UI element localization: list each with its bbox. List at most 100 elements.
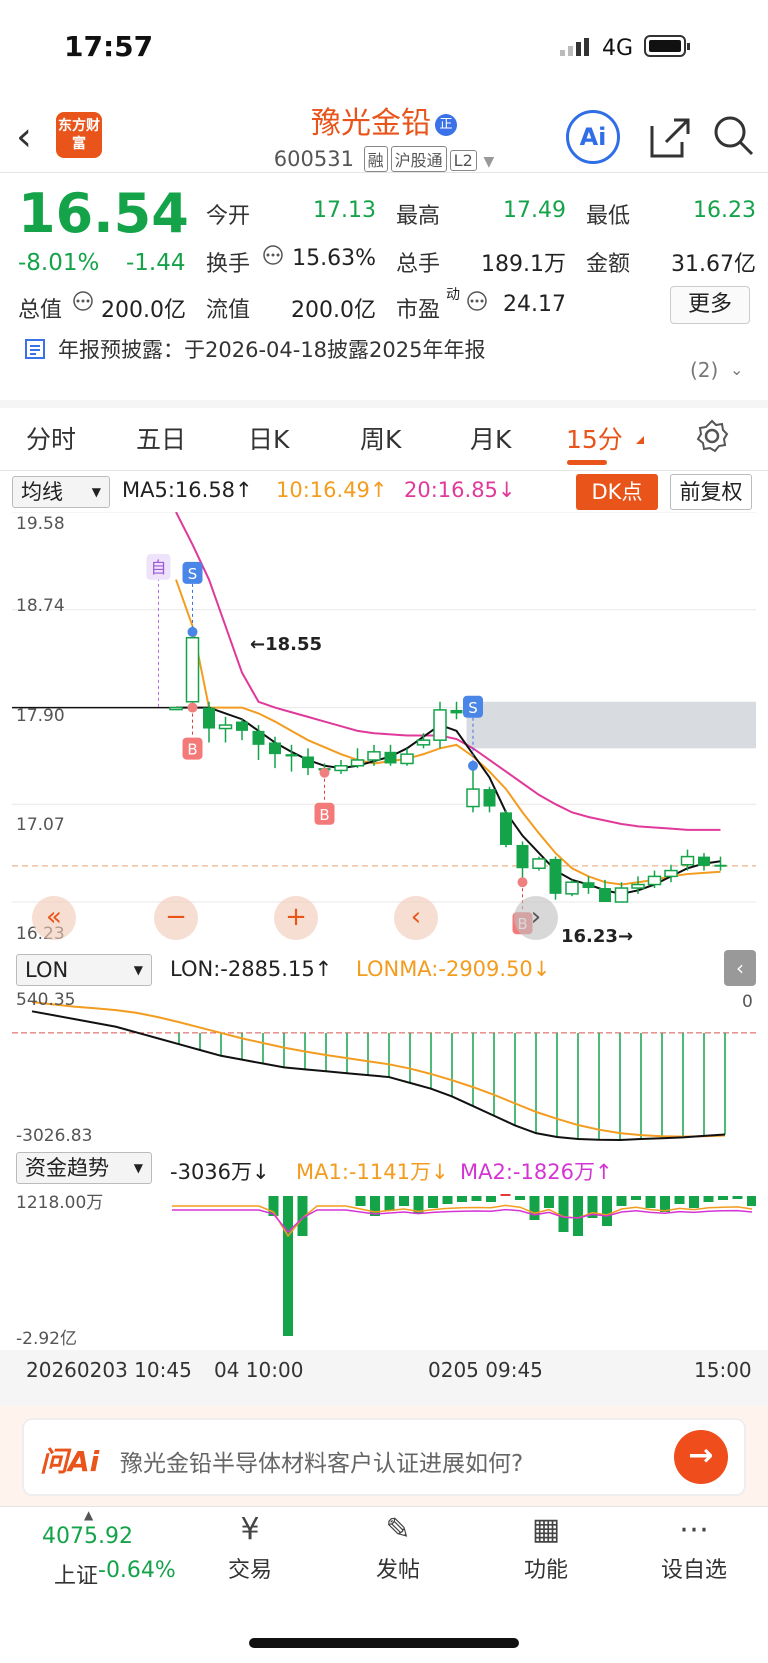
x-label-4: 15:00 xyxy=(694,1358,752,1382)
step-right-button[interactable]: › xyxy=(514,896,558,940)
zoom-out-button[interactable]: − xyxy=(154,896,198,940)
chevron-down-icon[interactable]: ⌄ xyxy=(730,360,743,379)
fund-bar xyxy=(703,1196,714,1202)
dk-button[interactable]: DK点 xyxy=(576,474,658,510)
sell-signal-label: S xyxy=(188,565,198,583)
notice-count[interactable]: (2) xyxy=(690,358,718,382)
lon-select[interactable]: LON ▼ xyxy=(16,954,152,986)
buy-signal-dot xyxy=(517,877,528,888)
y-tick-4: 17.07 xyxy=(16,815,65,835)
battery-icon xyxy=(644,34,692,64)
fund-y-top: 1218.00万 xyxy=(16,1193,104,1213)
notice-text[interactable]: 年报预披露：于2026-04-18披露2025年年报 xyxy=(58,334,485,364)
scroll-left-button[interactable]: « xyxy=(32,896,76,940)
tab-5day[interactable]: 五日 xyxy=(136,420,186,456)
value-low: 16.23 xyxy=(693,198,756,223)
tag-margin: 融 xyxy=(363,146,388,172)
label-float-cap: 流值 xyxy=(206,298,251,323)
lon-select-label: LON xyxy=(25,958,69,982)
nav-add-watch[interactable]: ⋯ 设自选 xyxy=(634,1508,754,1584)
tabs-divider xyxy=(0,470,768,471)
fund-select-label: 资金趋势 xyxy=(25,1156,109,1180)
lon-y-bottom: -3026.83 xyxy=(16,1126,93,1146)
tab-corner-icon xyxy=(636,436,644,444)
nav-functions[interactable]: ▦ 功能 xyxy=(486,1508,606,1584)
lon-value: LON:-2885.15↑ xyxy=(170,957,333,981)
collapse-panel-button[interactable]: ‹ xyxy=(724,950,756,986)
candle-body xyxy=(466,788,480,808)
info-dots-icon[interactable] xyxy=(466,290,488,316)
label-pe: 市盈 xyxy=(396,298,441,323)
nav-divider xyxy=(0,1506,768,1507)
nav-trade-label: 交易 xyxy=(227,1558,272,1583)
candle-body xyxy=(582,882,595,889)
share-icon[interactable] xyxy=(648,116,692,164)
tab-intraday[interactable]: 分时 xyxy=(26,420,76,456)
fund-bar xyxy=(718,1196,728,1200)
ma5-value: MA5:16.58↑ xyxy=(122,478,253,502)
fund-bar xyxy=(515,1196,525,1200)
zoom-in-button[interactable]: + xyxy=(274,896,318,940)
nav-post[interactable]: ✎ 发帖 xyxy=(338,1508,458,1584)
ma-select[interactable]: 均线 ▼ xyxy=(12,476,110,508)
value-high: 17.49 xyxy=(503,198,566,223)
lon-chart[interactable] xyxy=(12,990,756,1148)
candle-body xyxy=(416,739,431,746)
candle-body xyxy=(218,724,233,730)
tab-monthly[interactable]: 月K xyxy=(470,420,511,456)
gear-icon[interactable] xyxy=(694,418,730,458)
search-icon[interactable] xyxy=(712,114,756,162)
kline-chart[interactable]: 自SBBSB xyxy=(12,512,756,942)
arrow-right-icon[interactable]: → xyxy=(674,1430,728,1484)
lon-line xyxy=(31,1010,726,1141)
step-left-button[interactable]: ‹ xyxy=(394,896,438,940)
ma20-line xyxy=(175,512,721,831)
tab-daily[interactable]: 日K xyxy=(248,420,289,456)
nav-post-label: 发帖 xyxy=(375,1558,420,1583)
self-signal-label: 自 xyxy=(150,558,166,577)
nav-trade[interactable]: ¥ 交易 xyxy=(190,1508,310,1584)
fund-bar xyxy=(399,1196,409,1206)
notice-icon xyxy=(24,338,46,364)
fund-bar xyxy=(486,1196,496,1202)
lonma-line xyxy=(31,1001,726,1138)
candle-body xyxy=(532,858,546,869)
fund-bar xyxy=(355,1196,366,1206)
fund-bar xyxy=(689,1196,699,1208)
candle-body xyxy=(614,887,629,903)
index-value[interactable]: 4075.92 xyxy=(42,1524,133,1549)
chevron-down-icon: ▼ xyxy=(91,485,101,499)
candle-body xyxy=(400,753,414,765)
ai-button[interactable]: Ai xyxy=(566,110,620,164)
fund-ma2-value: MA2:-1826万↑ xyxy=(460,1160,613,1184)
high-marker-value: 18.55 xyxy=(265,634,323,655)
tab-weekly[interactable]: 周K xyxy=(360,420,401,456)
more-button[interactable]: 更多 xyxy=(670,286,750,324)
candle-body xyxy=(185,636,200,703)
fund-bar xyxy=(529,1196,540,1220)
index-name[interactable]: 上证 xyxy=(54,1558,98,1590)
candle-body xyxy=(433,709,447,741)
chevron-down-icon: ▼ xyxy=(133,963,143,977)
x-label-2: 04 10:00 xyxy=(214,1358,304,1382)
fund-bar xyxy=(544,1196,554,1208)
status-time: 17:57 xyxy=(64,30,154,63)
fund-select[interactable]: 资金趋势 ▼ xyxy=(16,1152,152,1184)
tab-15min[interactable]: 15分 xyxy=(566,420,623,456)
home-indicator[interactable] xyxy=(249,1638,519,1648)
y-tick-1: 19.58 xyxy=(16,514,65,534)
network-type: 4G xyxy=(602,36,634,61)
fund-ma2-line xyxy=(172,1208,753,1234)
change-percent: -8.01% xyxy=(18,250,100,276)
fund-chart[interactable] xyxy=(12,1188,756,1348)
value-pe: 24.17 xyxy=(503,292,566,317)
fund-bar xyxy=(500,1194,511,1196)
candle-body xyxy=(647,875,662,886)
y-tick-3: 17.90 xyxy=(16,706,65,726)
candle-body xyxy=(302,756,314,769)
ask-question[interactable]: 豫光金铅半导体材料客户认证进展如何? xyxy=(120,1444,523,1478)
fund-bar xyxy=(602,1196,612,1226)
adjust-button[interactable]: 前复权 xyxy=(670,474,752,510)
candle-body xyxy=(252,730,265,745)
pe-superscript: 动 xyxy=(446,287,460,303)
